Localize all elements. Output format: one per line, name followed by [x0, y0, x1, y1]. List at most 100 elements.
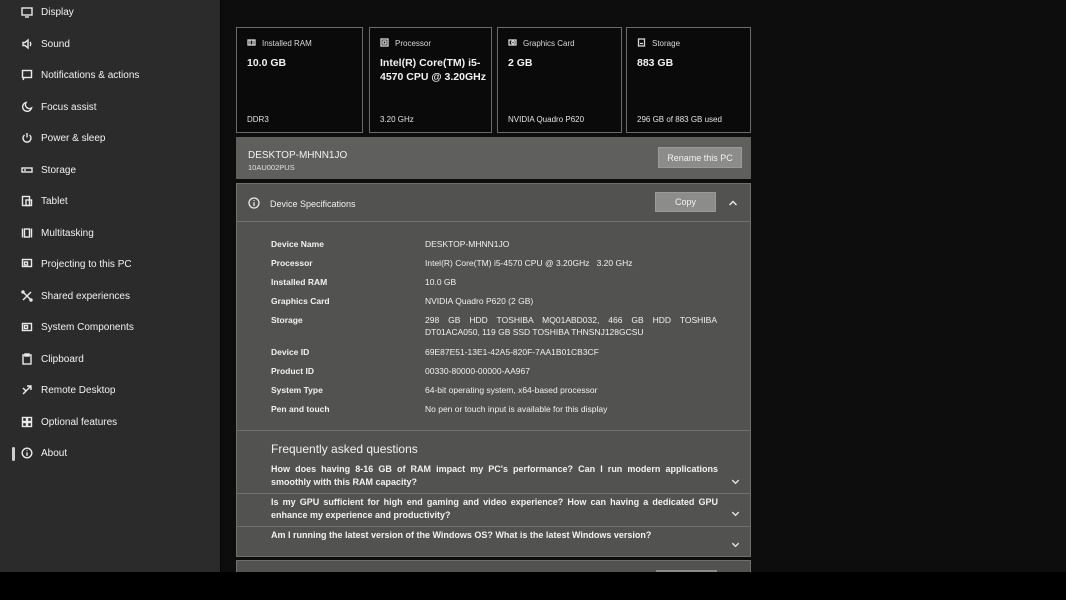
specs-header[interactable]: Device Specifications Copy: [237, 184, 750, 222]
card-subtitle: 296 GB of 883 GB used: [637, 115, 722, 124]
sidebar-item-display[interactable]: Display: [0, 0, 220, 27]
faq-question[interactable]: How does having 8-16 GB of RAM impact my…: [271, 463, 718, 488]
multitasking-icon: [20, 226, 34, 240]
copy-button[interactable]: Copy: [655, 192, 716, 212]
card-value: 10.0 GB: [247, 57, 287, 69]
faq-question[interactable]: Am I running the latest version of the W…: [271, 529, 718, 542]
sidebar-item-about[interactable]: About: [0, 438, 220, 468]
spec-key: System Type: [271, 385, 323, 395]
sidebar-item-storage[interactable]: Storage: [0, 155, 220, 185]
card-title: Graphics Card: [523, 39, 575, 48]
storage-icon: [20, 163, 34, 177]
sidebar-item-system-components[interactable]: System Components: [0, 312, 220, 342]
spec-value: DESKTOP-MHNN1JO: [425, 239, 510, 249]
sidebar-item-label: Remote Desktop: [41, 384, 116, 396]
faq-title: Frequently asked questions: [271, 442, 418, 456]
card-processor: Processor Intel(R) Core(TM) i5-4570 CPU …: [369, 27, 492, 133]
sidebar-item-label: About: [41, 447, 68, 459]
spec-key: Installed RAM: [271, 277, 328, 287]
optional-features-icon: [20, 415, 34, 429]
remote-desktop-icon: [20, 383, 34, 397]
chevron-up-icon[interactable]: [727, 196, 739, 208]
spec-key: Pen and touch: [271, 404, 330, 414]
card-title: Processor: [395, 39, 432, 48]
card-header: Installed RAM: [247, 38, 312, 49]
specs-title: Device Specifications: [270, 199, 356, 209]
sidebar-item-optional-features[interactable]: Optional features: [0, 407, 220, 437]
sidebar-item-label: Optional features: [41, 416, 118, 428]
sidebar-item-label: Focus assist: [41, 101, 97, 113]
info-icon: [20, 446, 34, 460]
projecting-icon: [20, 257, 34, 271]
device-name: DESKTOP-MHNN1JO: [248, 150, 348, 161]
sidebar-item-label: Multitasking: [41, 227, 94, 239]
next-panel: [236, 560, 751, 573]
info-icon: [248, 196, 260, 209]
spec-key: Graphics Card: [271, 296, 330, 306]
spec-value: 64-bit operating system, x64-based proce…: [425, 385, 598, 395]
spec-value: 10.0 GB: [425, 277, 457, 287]
sidebar-item-clipboard[interactable]: Clipboard: [0, 344, 220, 374]
card-graphics-card: Graphics Card 2 GB NVIDIA Quadro P620: [497, 27, 622, 133]
sidebar-item-label: Sound: [41, 38, 70, 50]
clipboard-icon: [20, 352, 34, 366]
card-title: Installed RAM: [262, 39, 312, 48]
chevron-down-icon[interactable]: [730, 506, 741, 517]
chevron-down-icon[interactable]: [730, 474, 741, 485]
sidebar-item-shared-experiences[interactable]: Shared experiences: [0, 281, 220, 311]
sidebar-item-notifications[interactable]: Notifications & actions: [0, 60, 220, 90]
monitor-icon: [20, 5, 34, 19]
card-subtitle: DDR3: [247, 115, 269, 124]
card-header: Graphics Card: [508, 38, 575, 49]
power-icon: [20, 131, 34, 145]
card-title: Storage: [652, 39, 681, 48]
sidebar-item-label: Power & sleep: [41, 132, 106, 144]
divider: [237, 430, 750, 431]
chevron-down-icon[interactable]: [730, 537, 741, 548]
tablet-icon: [20, 194, 34, 208]
sidebar-item-label: Clipboard: [41, 353, 84, 365]
card-subtitle: NVIDIA Quadro P620: [508, 115, 585, 124]
card-storage: Storage 883 GB 296 GB of 883 GB used: [626, 27, 751, 133]
sidebar-item-tablet[interactable]: Tablet: [0, 186, 220, 216]
spec-value: 298 GB HDD TOSHIBA MQ01ABD032, 466 GB HD…: [425, 315, 717, 337]
system-components-icon: [20, 320, 34, 334]
sidebar-item-label: System Components: [41, 321, 134, 333]
sidebar-item-focus-assist[interactable]: Focus assist: [0, 92, 220, 122]
processor-icon: [380, 38, 389, 49]
device-model: 10AU002PUS: [248, 163, 295, 172]
spec-key: Product ID: [271, 366, 314, 376]
card-header: Processor: [380, 38, 431, 49]
sidebar-item-label: Projecting to this PC: [41, 258, 132, 270]
speaker-icon: [20, 37, 34, 51]
card-value: Intel(R) Core(TM) i5-4570 CPU @ 3.20GHz: [380, 57, 486, 83]
sidebar-item-label: Shared experiences: [41, 290, 130, 302]
sidebar-item-projecting[interactable]: Projecting to this PC: [0, 249, 220, 279]
notification-icon: [20, 68, 34, 82]
sidebar-item-label: Tablet: [41, 195, 68, 207]
card-value: 2 GB: [508, 57, 533, 69]
device-specifications-panel: Device Specifications Copy Device Name D…: [236, 183, 751, 557]
card-subtitle: 3.20 GHz: [380, 115, 414, 124]
monitor-bezel: [0, 572, 1066, 600]
storage-icon: [637, 38, 646, 49]
spec-value: 69E87E51-13E1-42A5-820F-7AA1B01CB3CF: [425, 347, 599, 357]
divider: [237, 493, 750, 494]
settings-sidebar: Display Sound Notifications & actions Fo…: [0, 0, 220, 572]
shared-experiences-icon: [20, 289, 34, 303]
faq-question[interactable]: Is my GPU sufficient for high end gaming…: [271, 496, 718, 521]
card-installed-ram: Installed RAM 10.0 GB DDR3: [236, 27, 363, 133]
sidebar-item-sound[interactable]: Sound: [0, 29, 220, 59]
spec-value: Intel(R) Core(TM) i5-4570 CPU @ 3.20GHz …: [425, 258, 633, 268]
sidebar-item-remote-desktop[interactable]: Remote Desktop: [0, 375, 220, 405]
card-value: 883 GB: [637, 57, 674, 69]
rename-pc-button[interactable]: Rename this PC: [658, 147, 742, 168]
divider: [237, 526, 750, 527]
sidebar-item-label: Display: [41, 6, 74, 18]
sidebar-item-label: Notifications & actions: [41, 69, 140, 81]
sidebar-item-multitasking[interactable]: Multitasking: [0, 218, 220, 248]
sidebar-item-power-sleep[interactable]: Power & sleep: [0, 123, 220, 153]
spec-value: No pen or touch input is available for t…: [425, 404, 608, 414]
sidebar-item-label: Storage: [41, 164, 77, 176]
spec-key: Storage: [271, 315, 303, 325]
